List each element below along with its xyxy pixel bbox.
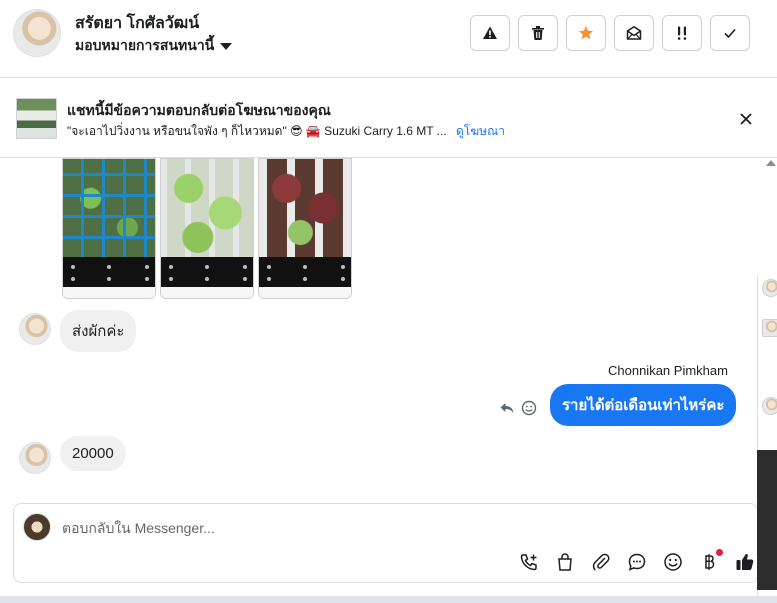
- contact-avatar[interactable]: [13, 9, 61, 57]
- ad-banner-subtitle: "จะเอาไปวิ่งงาน หรือขนใจพัง ๆ ก็ไหวหมด" …: [67, 122, 505, 141]
- contact-name[interactable]: สรัตยา โกศัลวัฒน์: [75, 11, 199, 36]
- messenger-conversation: สรัตยา โกศัลวัฒน์ มอบหมายการสนทนานี้ แชท…: [0, 0, 777, 603]
- close-icon[interactable]: [736, 109, 756, 129]
- ad-banner-title: แชทนี้มีข้อความตอบกลับต่อโฆษณาของคุณ: [67, 102, 331, 118]
- mark-unread-button[interactable]: [614, 15, 654, 51]
- like-button[interactable]: [735, 552, 755, 572]
- assign-label: มอบหมายการสนทนานี้: [75, 37, 215, 53]
- photo-overlay-bar: [63, 257, 155, 287]
- emoji-react-icon[interactable]: [521, 400, 537, 416]
- saved-replies-button[interactable]: [627, 552, 647, 572]
- reply-composer: [13, 503, 758, 583]
- delete-button[interactable]: [518, 15, 558, 51]
- avatar[interactable]: [762, 279, 777, 297]
- incoming-message[interactable]: ส่งผักค่ะ: [60, 310, 137, 352]
- bottom-edge: [0, 596, 777, 603]
- incoming-message[interactable]: 20000: [60, 436, 126, 471]
- sender-name: Chonnikan Pimkham: [608, 363, 728, 378]
- message-actions: [499, 400, 537, 416]
- photo-overlay-bar: [161, 257, 253, 287]
- baht-icon: [705, 554, 715, 570]
- outgoing-message[interactable]: รายได้ต่อเดือนเท่าไหร่คะ: [550, 384, 737, 426]
- photo-attachment[interactable]: [62, 158, 156, 299]
- photo-footer: [161, 287, 253, 298]
- photo-image: [161, 159, 253, 257]
- contact-avatar[interactable]: [19, 442, 51, 474]
- contact-avatar[interactable]: [19, 313, 51, 345]
- emoji-button[interactable]: [663, 552, 683, 572]
- side-panel-dark-card: [757, 450, 777, 590]
- star-button[interactable]: [566, 15, 606, 51]
- assign-conversation-dropdown[interactable]: มอบหมายการสนทนานี้: [75, 35, 233, 57]
- call-button[interactable]: [519, 552, 539, 572]
- shopping-bag-icon: [558, 553, 572, 571]
- conversation-header: สรัตยา โกศัลวัฒน์ มอบหมายการสนทนานี้: [0, 0, 777, 78]
- shop-button[interactable]: [555, 552, 575, 572]
- reply-input[interactable]: [62, 518, 722, 538]
- photo-attachment[interactable]: [258, 158, 352, 299]
- avatar[interactable]: [762, 319, 777, 337]
- reply-icon[interactable]: [499, 400, 515, 416]
- photo-attachment[interactable]: [160, 158, 254, 299]
- photo-image: [63, 159, 155, 257]
- check-icon: [724, 28, 736, 39]
- envelope-open-icon: [626, 25, 642, 40]
- notification-dot: [716, 549, 723, 556]
- warning-icon: [483, 26, 497, 39]
- scroll-up-arrow-icon[interactable]: [766, 160, 776, 166]
- trash-icon: [532, 26, 544, 40]
- paperclip-icon: [592, 553, 610, 571]
- thumbs-up-icon: [736, 554, 754, 570]
- view-ad-link[interactable]: ดูโฆษณา: [456, 124, 505, 138]
- emoji-icon: [664, 553, 682, 571]
- ad-thumbnail[interactable]: [16, 98, 57, 139]
- avatar[interactable]: [762, 397, 777, 415]
- attach-button[interactable]: [591, 552, 611, 572]
- photo-footer: [259, 287, 351, 298]
- phone-add-icon: [520, 554, 537, 571]
- payment-button[interactable]: [699, 549, 723, 572]
- composer-toolbar: [519, 549, 755, 572]
- warning-button[interactable]: [470, 15, 510, 51]
- priority-button[interactable]: [662, 15, 702, 51]
- message-thread[interactable]: ส่งผักค่ะ Chonnikan Pimkham รายได้ต่อเดื…: [0, 158, 770, 500]
- done-button[interactable]: [710, 15, 750, 51]
- exclamation-icon: [677, 26, 687, 40]
- ad-reply-banner: แชทนี้มีข้อความตอบกลับต่อโฆษณาของคุณ "จะ…: [0, 78, 777, 158]
- star-icon: [579, 26, 593, 40]
- caret-down-icon: [220, 42, 233, 50]
- photo-footer: [63, 287, 155, 298]
- photo-overlay-bar: [259, 257, 351, 287]
- chat-bubble-icon: [628, 553, 646, 571]
- ad-caption: "จะเอาไปวิ่งงาน หรือขนใจพัง ๆ ก็ไหวหมด" …: [67, 124, 447, 138]
- photo-image: [259, 159, 351, 257]
- page-avatar: [23, 513, 51, 541]
